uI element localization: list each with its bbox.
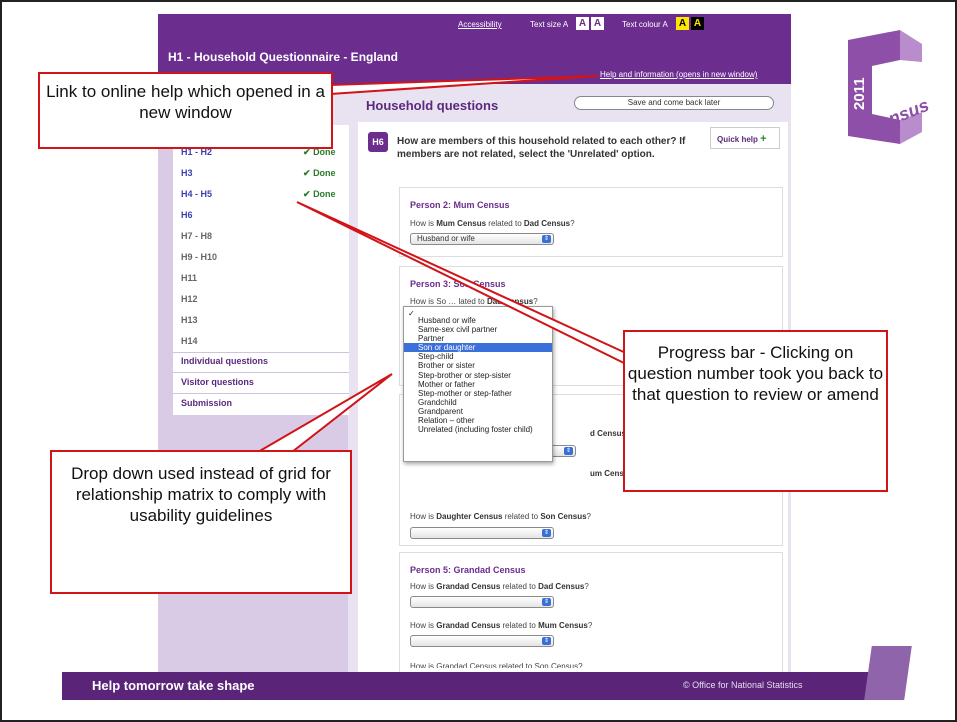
divider [173,372,349,373]
relationship-question: How is Mum Census related to Dad Census? [410,219,575,228]
nav-item-h9-h10[interactable]: H9 - H10 [181,252,217,262]
dropdown-option[interactable]: Unrelated (including foster child) [404,425,552,434]
person-name: Person 2: Mum Census [410,200,510,210]
nav-item-h3[interactable]: H3 [181,168,193,178]
callout-progress-bar: Progress bar - Clicking on question numb… [623,330,888,492]
done-badge: ✔ Done [303,189,336,199]
nav-section-submission[interactable]: Submission [181,398,232,408]
dropdown-option[interactable]: Step-mother or step-father [404,389,552,398]
dropdown-option-selected[interactable]: Son or daughter [404,343,552,353]
divider [173,393,349,394]
relationship-question: How is Grandad Census related to Son Cen… [410,662,583,671]
page-title: Household questions [366,98,499,113]
text-size-medium-button[interactable]: A [576,17,589,30]
dropdown-option[interactable]: Step-child [404,352,552,361]
footer-fold [864,646,912,700]
person-block: Person 2: Mum Census How is Mum Census r… [399,187,783,257]
nav-item-h13[interactable]: H13 [181,315,198,325]
chevron-updown-icon: ⇕ [542,529,551,537]
dropdown-option[interactable]: Mother or father [404,380,552,389]
dropdown-option[interactable]: Partner [404,334,552,343]
app-title: H1 - Household Questionnaire - England [168,50,399,64]
callout-dropdown: Drop down used instead of grid for relat… [50,450,352,594]
dropdown-option[interactable]: Brother or sister [404,361,552,370]
plus-icon: + [760,133,767,145]
text-colour-dark-button[interactable]: A [691,17,704,30]
callout-help-link: Link to online help which opened in a ne… [38,72,333,149]
relationship-select[interactable]: ⇕ [410,596,554,608]
divider [173,352,349,353]
chevron-updown-icon: ⇕ [542,598,551,606]
question-text: How are members of this household relate… [397,136,686,160]
accessibility-link[interactable]: Accessibility [458,20,502,29]
question-number-badge: H6 [368,132,388,152]
nav-section-individual[interactable]: Individual questions [181,356,268,366]
progress-nav: H1 - H2 ✔ Done H3 ✔ Done H4 - H5 ✔ Done … [173,125,349,415]
nav-item-h12[interactable]: H12 [181,294,198,304]
logo-year: 2011 [851,77,868,110]
dropdown-option[interactable]: Grandchild [404,398,552,407]
nav-item-h6[interactable]: H6 [181,210,193,220]
done-badge: ✔ Done [303,168,336,178]
dropdown-option[interactable]: Relation – other [404,416,552,425]
relationship-question: d Census [590,429,627,438]
relationship-dropdown-menu[interactable]: ✓ Husband or wife Same-sex civil partner… [403,306,553,462]
chevron-updown-icon: ⇕ [542,235,551,243]
nav-item-h14[interactable]: H14 [181,336,198,346]
nav-item-h4-h5[interactable]: H4 - H5 [181,189,212,199]
dropdown-option[interactable]: Step-brother or step-sister [404,371,552,380]
dropdown-option[interactable]: Husband or wife [404,316,552,325]
relationship-question: How is Grandad Census related to Dad Cen… [410,582,589,591]
relationship-question: How is Grandad Census related to Mum Cen… [410,621,593,630]
dropdown-option[interactable]: Grandparent [404,407,552,416]
person-name: Person 3: Son Census [410,279,506,289]
check-icon: ✔ [303,189,311,199]
relationship-question: How is Daughter Census related to Son Ce… [410,512,591,521]
relationship-select[interactable]: ⇕ [410,635,554,647]
nav-section-visitor[interactable]: Visitor questions [181,377,254,387]
save-and-come-back-button[interactable]: Save and come back later [574,96,774,110]
quick-help-button[interactable]: Quick help + [710,127,780,149]
help-information-link[interactable]: Help and information (opens in new windo… [600,70,757,79]
census-2011-logo: 2011 Census [848,30,932,144]
person-name: Person 5: Grandad Census [410,565,526,575]
person-block: Person 5: Grandad Census How is Grandad … [399,552,783,674]
check-icon: ✔ [303,168,311,178]
check-icon: ✓ [408,309,415,318]
text-colour-yellow-button[interactable]: A [676,17,689,30]
text-size-label: Text size A [530,20,569,29]
footer-credit: © Office for National Statistics [683,680,803,690]
text-size-large-button[interactable]: A [591,17,604,30]
footer-tagline: Help tomorrow take shape [92,678,255,693]
dropdown-option[interactable]: Same-sex civil partner [404,325,552,334]
chevron-updown-icon: ⇕ [542,637,551,645]
nav-item-h7-h8[interactable]: H7 - H8 [181,231,212,241]
text-colour-label: Text colour A [622,20,668,29]
chevron-updown-icon: ⇕ [564,447,573,455]
nav-item-h11[interactable]: H11 [181,273,197,283]
relationship-question: How is So … lated to Dad Census? [410,297,538,306]
relationship-select[interactable]: Husband or wife ⇕ [410,233,554,245]
relationship-select[interactable]: ⇕ [410,527,554,539]
